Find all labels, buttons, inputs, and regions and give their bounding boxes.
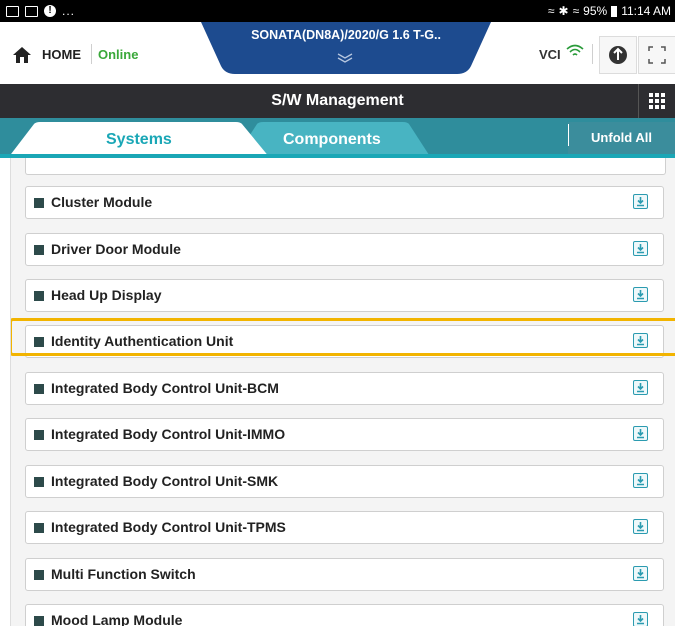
- list-item[interactable]: Driver Door Module: [25, 233, 664, 266]
- divider: [592, 44, 593, 64]
- download-icon[interactable]: [633, 194, 648, 209]
- home-icon[interactable]: [12, 46, 32, 69]
- download-icon[interactable]: [633, 566, 648, 581]
- module-label: Integrated Body Control Unit-IMMO: [51, 426, 286, 442]
- vehicle-name: SONATA(DN8A)/2020/G 1.6 T-G..: [251, 28, 441, 42]
- list-item[interactable]: Integrated Body Control Unit-IMMO: [25, 418, 664, 451]
- bullet-icon: [34, 616, 44, 626]
- download-icon[interactable]: [633, 473, 648, 488]
- bullet-icon: [34, 523, 44, 533]
- connection-status: Online: [98, 47, 139, 62]
- module-label: Integrated Body Control Unit-TPMS: [51, 519, 286, 535]
- download-icon[interactable]: [633, 333, 648, 348]
- list-item[interactable]: Multi Function Switch: [25, 558, 664, 591]
- download-icon[interactable]: [633, 241, 648, 256]
- download-icon[interactable]: [633, 519, 648, 534]
- clock: 11:14 AM: [621, 4, 671, 18]
- list-item[interactable]: Integrated Body Control Unit-BCM: [25, 372, 664, 405]
- battery-icon: [611, 5, 618, 17]
- bullet-icon: [34, 198, 44, 208]
- divider: [91, 44, 92, 64]
- tab-systems[interactable]: Systems: [8, 122, 278, 158]
- download-icon[interactable]: [633, 426, 648, 441]
- bullet-icon: [34, 245, 44, 255]
- list-item[interactable]: Head Up Display: [25, 279, 664, 312]
- bluetooth-icon: ✱: [558, 4, 569, 18]
- module-label: Driver Door Module: [51, 241, 181, 257]
- list-item[interactable]: Cluster Module: [25, 186, 664, 219]
- grid-menu-button[interactable]: [638, 84, 675, 118]
- bullet-icon: [34, 291, 44, 301]
- more-notifications: ...: [62, 4, 76, 18]
- download-icon[interactable]: [633, 612, 648, 626]
- module-label: Identity Authentication Unit: [51, 333, 234, 349]
- unfold-all-label: Unfold All: [591, 130, 652, 145]
- bullet-icon: [34, 384, 44, 394]
- bullet-icon: [34, 477, 44, 487]
- list-item[interactable]: Integrated Body Control Unit-TPMS: [25, 511, 664, 544]
- alert-icon: !: [44, 5, 56, 17]
- list-item[interactable]: Integrated Body Control Unit-SMK: [25, 465, 664, 498]
- status-bar: ! ... ≈ ✱ ≈ 95% 11:14 AM: [0, 0, 675, 22]
- fullscreen-button[interactable]: [638, 36, 675, 74]
- wifi-icon: ≈: [572, 4, 580, 18]
- bullet-icon: [34, 430, 44, 440]
- home-button[interactable]: HOME: [42, 47, 81, 62]
- list-item[interactable]: Identity Authentication Unit: [25, 325, 664, 358]
- module-label: Cluster Module: [51, 194, 153, 210]
- vci-wifi-icon: [566, 44, 584, 61]
- wifi-call-icon: ≈: [547, 4, 555, 18]
- divider: [568, 124, 569, 146]
- vci-update-icon: [609, 46, 627, 64]
- bullet-icon: [34, 570, 44, 580]
- vehicle-selector[interactable]: SONATA(DN8A)/2020/G 1.6 T-G..: [201, 22, 491, 74]
- module-label: Integrated Body Control Unit-BCM: [51, 380, 279, 396]
- unfold-all-button[interactable]: Unfold All: [568, 122, 675, 154]
- module-label: Multi Function Switch: [51, 566, 196, 582]
- page-title: S/W Management: [271, 92, 404, 109]
- vci-label: VCI: [539, 47, 561, 62]
- tab-systems-label: Systems: [106, 131, 172, 148]
- list-item[interactable]: Mood Lamp Module: [25, 604, 664, 626]
- gallery-icon: [6, 5, 19, 17]
- module-list[interactable]: Cluster Module Driver Door Module Head U…: [10, 158, 675, 626]
- mail-icon: [25, 5, 38, 17]
- top-bar: HOME Online SONATA(DN8A)/2020/G 1.6 T-G.…: [0, 22, 675, 85]
- fullscreen-icon: [648, 46, 666, 64]
- module-label: Integrated Body Control Unit-SMK: [51, 473, 279, 489]
- tab-components-label: Components: [283, 131, 381, 148]
- download-icon[interactable]: [633, 287, 648, 302]
- module-label: Head Up Display: [51, 287, 162, 303]
- module-label: Mood Lamp Module: [51, 612, 183, 626]
- bullet-icon: [34, 337, 44, 347]
- battery-percent: 95%: [583, 4, 608, 18]
- chevron-down-icon: [336, 52, 354, 66]
- list-item-partial: [25, 158, 666, 175]
- grid-icon: [649, 93, 665, 109]
- title-bar: S/W Management: [0, 84, 675, 118]
- vci-update-button[interactable]: [599, 36, 637, 74]
- download-icon[interactable]: [633, 380, 648, 395]
- tabs-bar: Components Systems Unfold All: [0, 118, 675, 158]
